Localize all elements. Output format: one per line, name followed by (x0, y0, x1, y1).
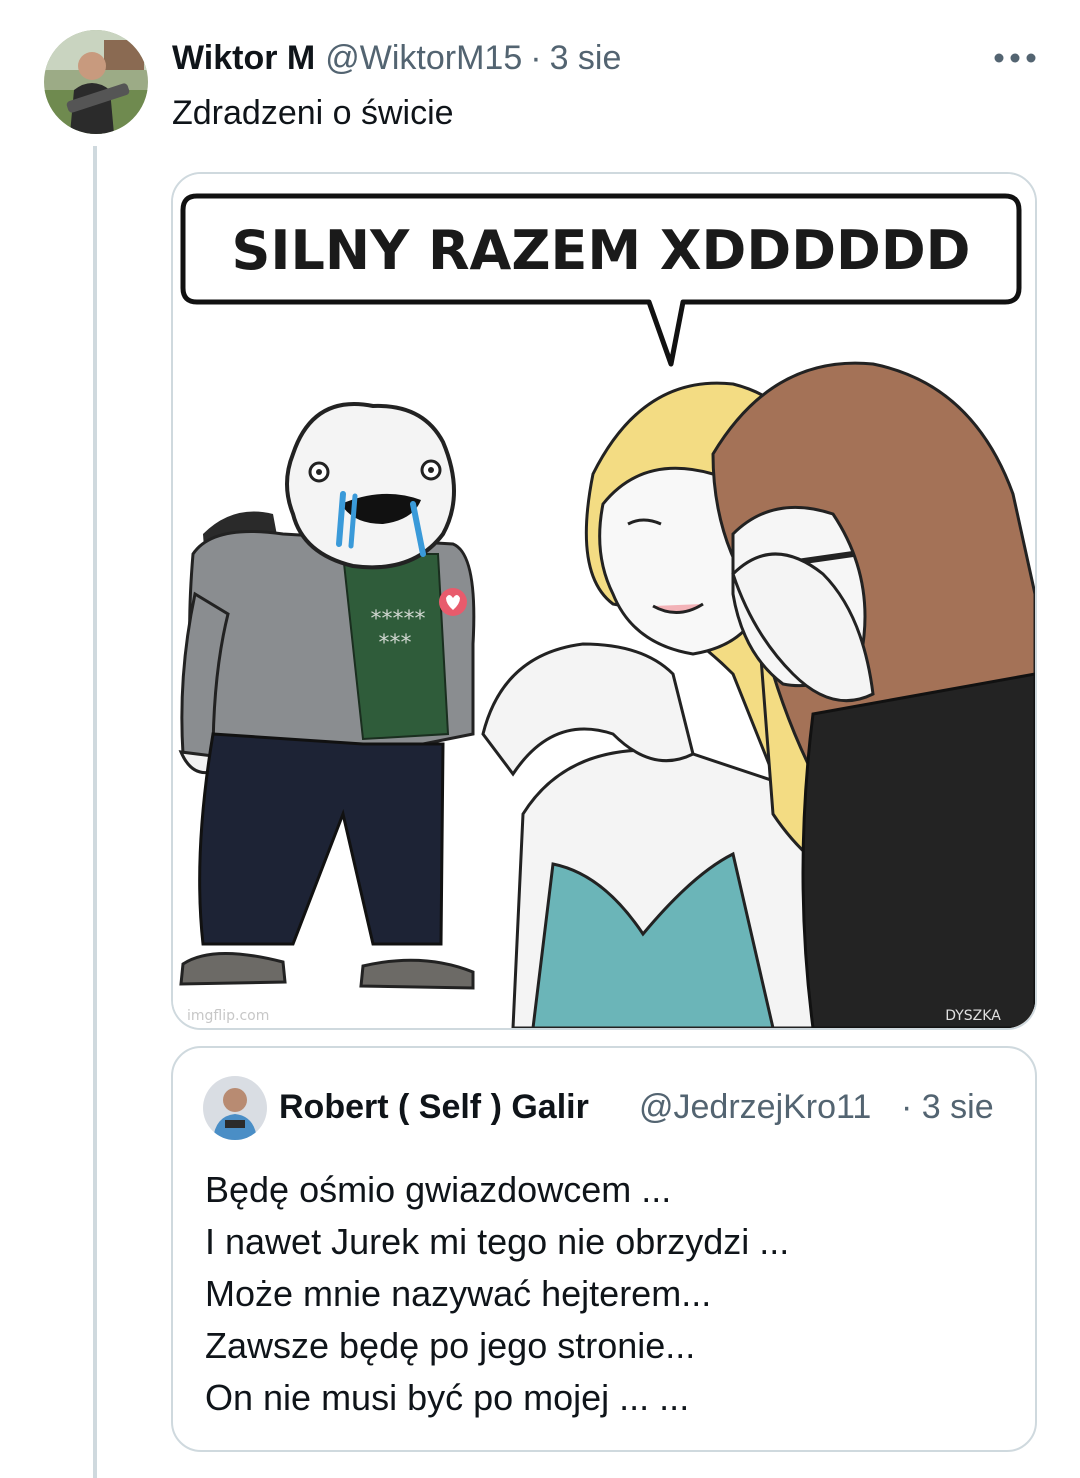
tweet-date[interactable]: 3 sie (550, 39, 622, 78)
separator-dot: · (901, 1088, 913, 1126)
quoted-tweet[interactable]: Robert ( Self ) Galir @JedrzejKro11 · 3 … (171, 1046, 1037, 1452)
quoted-line: Będę ośmio gwiazdowcem ... (205, 1169, 672, 1210)
imgflip-watermark: imgflip.com (187, 1008, 269, 1024)
meme-caption: SILNY RAZEM XDDDDDD (231, 219, 970, 282)
quoted-date-text: 3 sie (921, 1088, 994, 1126)
author-avatar[interactable] (44, 30, 148, 134)
dyszka-watermark: DYSZKA (945, 1008, 1001, 1024)
more-horizontal-icon (994, 53, 1036, 63)
more-options-button[interactable] (990, 38, 1040, 78)
tweet-text: Zdradzeni o świcie (172, 94, 454, 132)
quoted-line: Może mnie nazywać hejterem... (205, 1273, 712, 1314)
shirt-stars-top: ***** (371, 607, 426, 632)
separator-dot: · (530, 38, 542, 77)
quoted-date[interactable]: · 3 sie (901, 1088, 994, 1127)
quoted-line: On nie musi być po mojej ... ... (205, 1377, 690, 1418)
quoted-handle[interactable]: @JedrzejKro11 (639, 1088, 901, 1127)
shirt-stars-bottom: *** (379, 631, 412, 656)
quoted-tweet-text: Będę ośmio gwiazdowcem ... I nawet Jurek… (205, 1164, 789, 1424)
tweet-media-image[interactable]: SILNY RAZEM XDDDDDD ***** *** imgflip.co… (171, 172, 1037, 1030)
author-handle[interactable]: @WiktorM15 (325, 39, 522, 78)
quoted-display-name[interactable]: Robert ( Self ) Galir (279, 1088, 589, 1127)
quoted-line: I nawet Jurek mi tego nie obrzydzi ... (205, 1221, 790, 1262)
author-display-name[interactable]: Wiktor M (172, 39, 315, 78)
thread-line (93, 146, 97, 1478)
quoted-author-avatar[interactable] (203, 1076, 267, 1140)
tweet-header: Wiktor M @WiktorM15 · 3 sie (172, 36, 621, 80)
quoted-line: Zawsze będę po jego stronie... (205, 1325, 696, 1366)
